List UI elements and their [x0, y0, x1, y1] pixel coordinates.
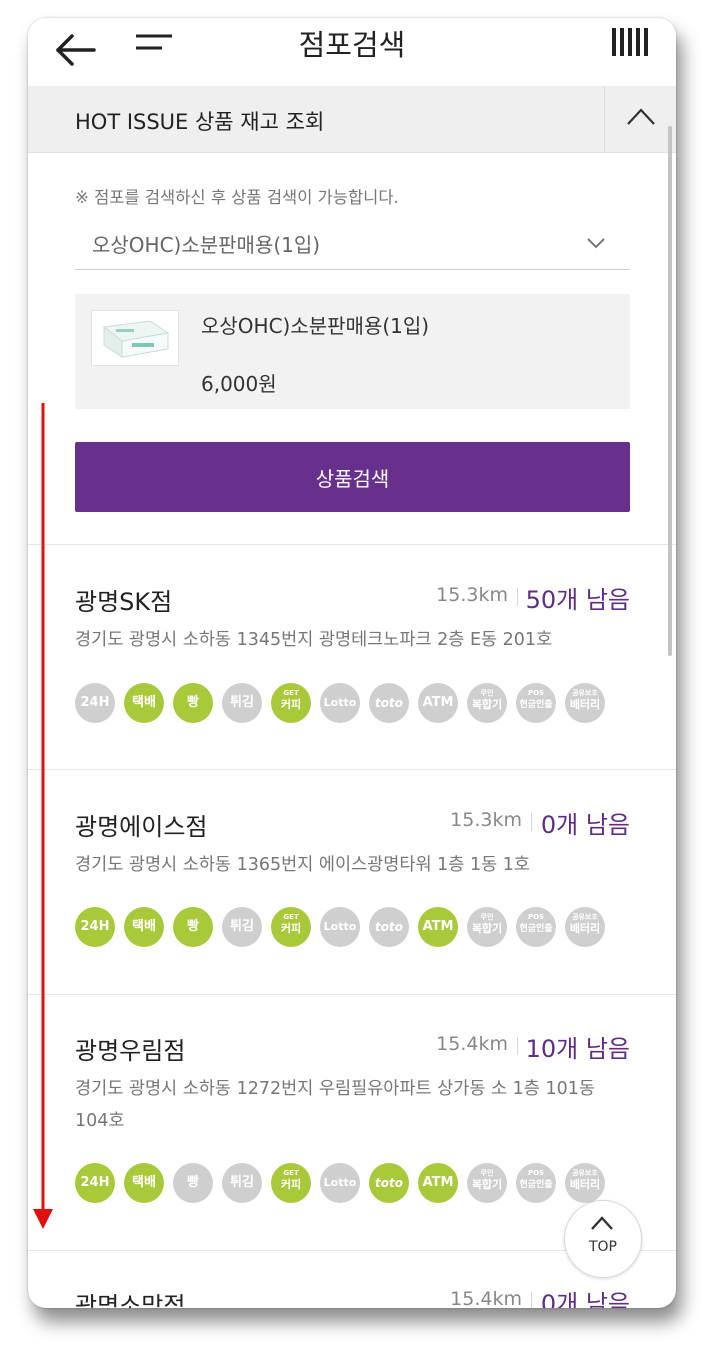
service-atm-icon: ATM — [418, 683, 458, 723]
chevron-up-icon[interactable] — [626, 106, 656, 126]
service-battery-icon: 공유보조 배터리 — [565, 907, 605, 947]
store-distance: 15.4km — [450, 1288, 522, 1308]
service-fried-icon: 튀김 — [222, 907, 262, 947]
service-copier-icon: 무인 복합기 — [467, 907, 507, 947]
service-lotto-icon: Lotto — [320, 907, 360, 947]
store-distance: 15.4km — [436, 1033, 508, 1055]
product-image — [91, 310, 179, 366]
service-copier-icon: 무인 복합기 — [467, 1163, 507, 1203]
header-divider — [604, 86, 605, 152]
service-battery-icon: 공유보조 배터리 — [565, 1163, 605, 1203]
hot-issue-title: HOT ISSUE 상품 재고 조회 — [75, 110, 325, 134]
scroll-direction-arrow-icon — [33, 403, 53, 1229]
service-parcel-icon: 택배 — [124, 683, 164, 723]
selected-product: 오상OHC)소분판매용(1입) — [92, 233, 321, 257]
barcode-icon[interactable] — [612, 28, 650, 56]
service-copier-icon: 무인 복합기 — [467, 683, 507, 723]
service-pos-cash-icon: POS 현금인출 — [516, 683, 556, 723]
product-search-button[interactable]: 상품검색 — [75, 442, 630, 512]
distance-separator — [517, 1037, 518, 1055]
store-divider — [28, 994, 676, 995]
top-bar: 점포검색 — [28, 18, 676, 86]
service-lotto-icon: Lotto — [320, 683, 360, 723]
store-address: 경기도 광명시 소하동 1365번지 에이스광명타워 1층 1동 1호 — [75, 855, 530, 875]
service-coffee-icon: GET 커피 — [271, 907, 311, 947]
service-parcel-icon: 택배 — [124, 1163, 164, 1203]
chevron-down-icon — [587, 238, 605, 249]
distance-separator — [531, 813, 532, 831]
app-screen: 점포검색 HOT ISSUE 상품 재고 조회 ※ 점포를 검색하신 후 상품 … — [28, 18, 676, 1308]
service-toto-icon: toto — [369, 683, 409, 723]
page-title: 점포검색 — [298, 28, 406, 62]
service-pos-cash-icon: POS 현금인출 — [516, 1163, 556, 1203]
service-pos-cash-icon: POS 현금인출 — [516, 907, 556, 947]
distance-separator — [531, 1292, 532, 1308]
store-stock: 0개 남음 — [540, 1290, 630, 1308]
store-stock: 10개 남음 — [525, 1035, 630, 1063]
store-name: 광명SK점 — [75, 588, 173, 616]
store-divider — [28, 769, 676, 770]
service-coffee-icon: GET 커피 — [271, 1163, 311, 1203]
service-bread-icon: 빵 — [173, 907, 213, 947]
search-notice: ※ 점포를 검색하신 후 상품 검색이 가능합니다. — [75, 188, 399, 207]
service-24h-icon: 24H — [75, 683, 115, 723]
service-bread-icon: 빵 — [173, 1163, 213, 1203]
scrollbar[interactable] — [668, 126, 672, 656]
service-24h-icon: 24H — [75, 907, 115, 947]
service-atm-icon: ATM — [418, 1163, 458, 1203]
product-select[interactable]: 오상OHC)소분판매용(1입) — [75, 218, 630, 270]
service-lotto-icon: Lotto — [320, 1163, 360, 1203]
service-parcel-icon: 택배 — [124, 907, 164, 947]
store-stock: 50개 남음 — [525, 586, 630, 614]
section-divider — [28, 544, 676, 545]
store-stock: 0개 남음 — [540, 811, 630, 839]
store-name: 광명우림점 — [75, 1037, 186, 1065]
distance-separator — [517, 588, 518, 606]
product-price: 6,000원 — [201, 372, 277, 396]
store-distance: 15.3km — [436, 584, 508, 606]
service-fried-icon: 튀김 — [222, 683, 262, 723]
store-name: 광명소망점 — [75, 1292, 186, 1308]
product-name: 오상OHC)소분판매용(1입) — [201, 314, 430, 338]
service-fried-icon: 튀김 — [222, 1163, 262, 1203]
top-arrow-icon — [591, 1216, 613, 1230]
store-address: 경기도 광명시 소하동 1272번지 우림필유아파트 상가동 소 1층 101동… — [75, 1079, 595, 1131]
store-address: 경기도 광명시 소하동 1345번지 광명테크노파크 2층 E동 201호 — [75, 630, 553, 650]
service-toto-icon: toto — [369, 907, 409, 947]
service-atm-icon: ATM — [418, 907, 458, 947]
product-card: 오상OHC)소분판매용(1입) 6,000원 — [75, 294, 630, 409]
service-toto-icon: toto — [369, 1163, 409, 1203]
scroll-top-button[interactable]: TOP — [564, 1200, 642, 1278]
service-24h-icon: 24H — [75, 1163, 115, 1203]
store-name: 광명에이스점 — [75, 813, 208, 841]
service-coffee-icon: GET 커피 — [271, 683, 311, 723]
hot-issue-header[interactable]: HOT ISSUE 상품 재고 조회 — [28, 86, 676, 153]
service-battery-icon: 공유보조 배터리 — [565, 683, 605, 723]
top-label: TOP — [588, 1239, 617, 1255]
service-bread-icon: 빵 — [173, 683, 213, 723]
store-distance: 15.3km — [450, 809, 522, 831]
